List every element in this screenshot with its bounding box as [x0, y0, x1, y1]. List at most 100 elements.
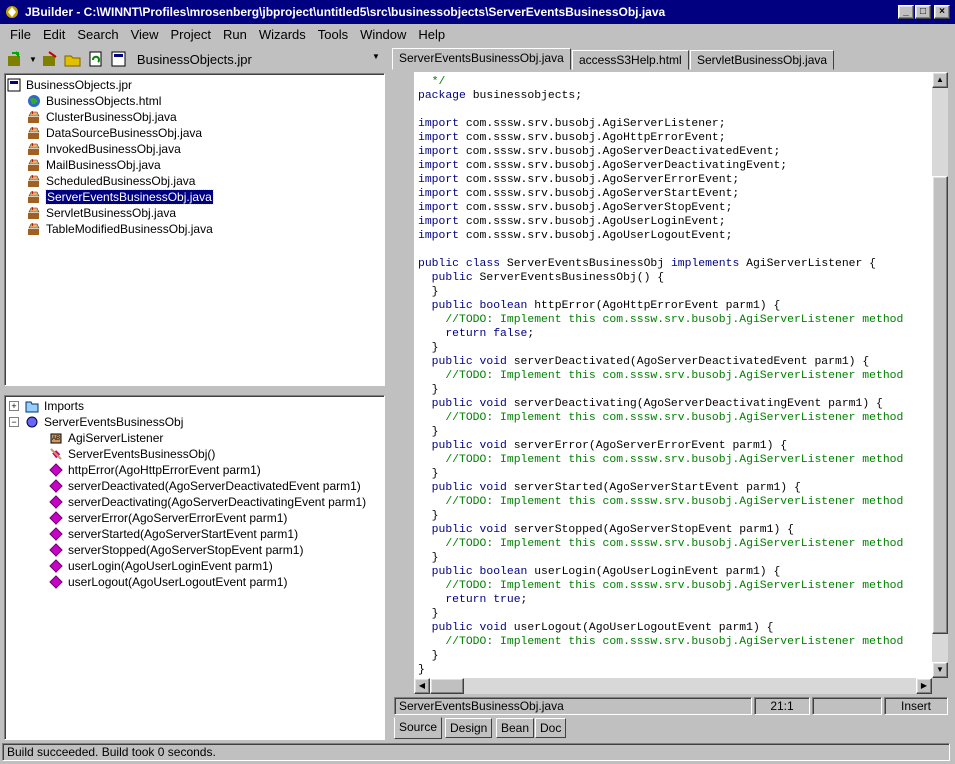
project-file-icon — [111, 51, 126, 67]
insert-mode: Insert — [884, 697, 948, 715]
add-file-icon[interactable] — [6, 50, 24, 68]
project-tree-item[interactable]: ServerEventsBusinessObj.java — [27, 189, 214, 205]
menu-help[interactable]: Help — [412, 27, 451, 42]
imports-node[interactable]: + Imports — [9, 398, 84, 414]
project-dropdown-icon[interactable]: ▼ — [372, 52, 380, 61]
structure-member[interactable]: httpError(AgoHttpErrorEvent parm1) — [49, 462, 261, 478]
structure-member[interactable]: serverDeactivating(AgoServerDeactivating… — [49, 494, 366, 510]
menu-view[interactable]: View — [125, 27, 165, 42]
class-node[interactable]: − ServerEventsBusinessObj — [9, 414, 183, 430]
structure-member[interactable]: serverStopped(AgoServerStopEvent parm1) — [49, 542, 303, 558]
structure-member[interactable]: ServerEventsBusinessObj() — [49, 446, 215, 462]
project-tree-item-label: InvokedBusinessObj.java — [46, 142, 181, 156]
java-file-icon — [28, 174, 40, 187]
menu-edit[interactable]: Edit — [37, 27, 71, 42]
menu-run[interactable]: Run — [217, 27, 253, 42]
structure-pane: + Imports − ServerEventsBusinessObj AB A… — [4, 395, 385, 740]
project-tree-item[interactable]: ServletBusinessObj.java — [27, 205, 176, 221]
title-bar[interactable]: JBuilder - C:\WINNT\Profiles\mrosenberg\… — [0, 0, 955, 24]
code-line: */ — [418, 76, 446, 88]
project-tree-item-label: MailBusinessObj.java — [46, 158, 161, 172]
code-line: import com.sssw.srv.busobj.AgoServerErro… — [418, 174, 740, 186]
menu-search[interactable]: Search — [71, 27, 124, 42]
tab-source[interactable]: Source — [394, 717, 443, 739]
structure-member-label: userLogout(AgoUserLogoutEvent parm1) — [68, 575, 288, 589]
code-line: import com.sssw.srv.busobj.AgoHttpErrorE… — [418, 132, 726, 144]
constructor-icon — [50, 448, 62, 460]
structure-member-label: serverError(AgoServerErrorEvent parm1) — [68, 511, 288, 525]
menu-bar: File Edit Search View Project Run Wizard… — [0, 24, 955, 44]
project-tree-item[interactable]: InvokedBusinessObj.java — [27, 141, 181, 157]
tab-bean[interactable]: Bean — [496, 718, 535, 738]
code-line: } — [418, 510, 439, 522]
tab-doc[interactable]: Doc — [535, 718, 567, 738]
window-title: JBuilder - C:\WINNT\Profiles\mrosenberg\… — [25, 5, 666, 19]
tab-design[interactable]: Design — [445, 718, 493, 738]
maximize-button[interactable]: □ — [915, 5, 931, 19]
interface-icon: AB — [50, 433, 62, 444]
tree-root[interactable]: BusinessObjects.jpr — [7, 77, 132, 93]
menu-project[interactable]: Project — [165, 27, 217, 42]
code-line: return true; — [445, 594, 528, 606]
code-line: } — [418, 608, 439, 620]
close-button[interactable]: × — [934, 5, 950, 19]
menu-tools[interactable]: Tools — [312, 27, 354, 42]
structure-member[interactable]: userLogin(AgoUserLoginEvent parm1) — [49, 558, 273, 574]
code-line: public void serverStopped(AgoServerStopE… — [431, 524, 794, 536]
open-folder-icon[interactable] — [64, 50, 82, 68]
structure-member[interactable]: serverError(AgoServerErrorEvent parm1) — [49, 510, 287, 526]
tab-servereventsbusinessobj[interactable]: ServerEventsBusinessObj.java — [392, 48, 571, 70]
menu-window[interactable]: Window — [354, 27, 412, 42]
java-file-icon — [28, 190, 40, 203]
project-icon — [7, 78, 21, 92]
minimize-button[interactable]: _ — [898, 5, 914, 19]
cursor-position: 21:1 — [754, 697, 810, 715]
scroll-right-icon[interactable]: ▶ — [916, 678, 932, 694]
scroll-up-icon[interactable]: ▲ — [932, 72, 948, 88]
code-line: //TODO: Implement this com.sssw.srv.buso… — [418, 636, 904, 648]
scroll-down-icon[interactable]: ▼ — [932, 662, 948, 678]
horizontal-scroll-thumb[interactable] — [430, 678, 464, 694]
code-line: public void serverError(AgoServerErrorEv… — [431, 440, 788, 452]
java-file-icon — [28, 142, 40, 155]
collapse-icon[interactable]: − — [9, 417, 19, 427]
tab-servletbusinessobj[interactable]: ServletBusinessObj.java — [690, 50, 835, 70]
interface-label: AgiServerListener — [68, 431, 164, 445]
project-selector[interactable]: BusinessObjects.jpr — [137, 52, 252, 67]
project-tree-item[interactable]: ClusterBusinessObj.java — [27, 109, 177, 125]
code-line: import com.sssw.srv.busobj.AgoUserLogout… — [418, 230, 733, 242]
project-tree-item[interactable]: ScheduledBusinessObj.java — [27, 173, 195, 189]
structure-member-label: httpError(AgoHttpErrorEvent parm1) — [68, 463, 261, 477]
add-dropdown-icon[interactable]: ▼ — [29, 55, 37, 64]
editor-gutter — [394, 72, 414, 694]
code-line: package businessobjects; — [418, 90, 583, 102]
interface-node[interactable]: AB AgiServerListener — [49, 430, 163, 446]
structure-member[interactable]: serverStarted(AgoServerStartEvent parm1) — [49, 526, 298, 542]
code-line: import com.sssw.srv.busobj.AgoUserLoginE… — [418, 216, 726, 228]
project-tree-item[interactable]: DataSourceBusinessObj.java — [27, 125, 202, 141]
structure-member[interactable]: serverDeactivated(AgoServerDeactivatedEv… — [49, 478, 361, 494]
code-line: public void userLogout(AgoUserLogoutEven… — [431, 622, 774, 634]
project-tree-item-label: TableModifiedBusinessObj.java — [46, 222, 213, 236]
code-line: //TODO: Implement this com.sssw.srv.buso… — [418, 370, 904, 382]
vertical-scrollbar[interactable]: ▲ ▼ — [932, 72, 948, 678]
remove-file-icon[interactable] — [41, 50, 59, 68]
code-editor[interactable]: */ package businessobjects; import com.sss… — [414, 72, 932, 680]
vertical-scroll-thumb[interactable] — [932, 176, 948, 634]
status-bar: Build succeeded. Build took 0 seconds. — [2, 743, 950, 761]
project-tree-item[interactable]: TableModifiedBusinessObj.java — [27, 221, 213, 237]
code-line: public void serverDeactivated(AgoServerD… — [431, 356, 870, 368]
menu-wizards[interactable]: Wizards — [253, 27, 312, 42]
menu-file[interactable]: File — [4, 27, 37, 42]
method-icon — [49, 479, 63, 493]
project-tree-item[interactable]: MailBusinessObj.java — [27, 157, 161, 173]
expand-icon[interactable]: + — [9, 401, 19, 411]
scroll-left-icon[interactable]: ◀ — [414, 678, 430, 694]
tab-accesss3help[interactable]: accessS3Help.html — [572, 50, 689, 70]
horizontal-scrollbar[interactable]: ◀ ▶ — [414, 678, 932, 694]
java-file-icon — [28, 158, 40, 171]
code-line: } — [418, 342, 439, 354]
structure-member[interactable]: userLogout(AgoUserLogoutEvent parm1) — [49, 574, 287, 590]
project-tree-item[interactable]: BusinessObjects.html — [27, 93, 161, 109]
refresh-icon[interactable] — [87, 50, 105, 68]
